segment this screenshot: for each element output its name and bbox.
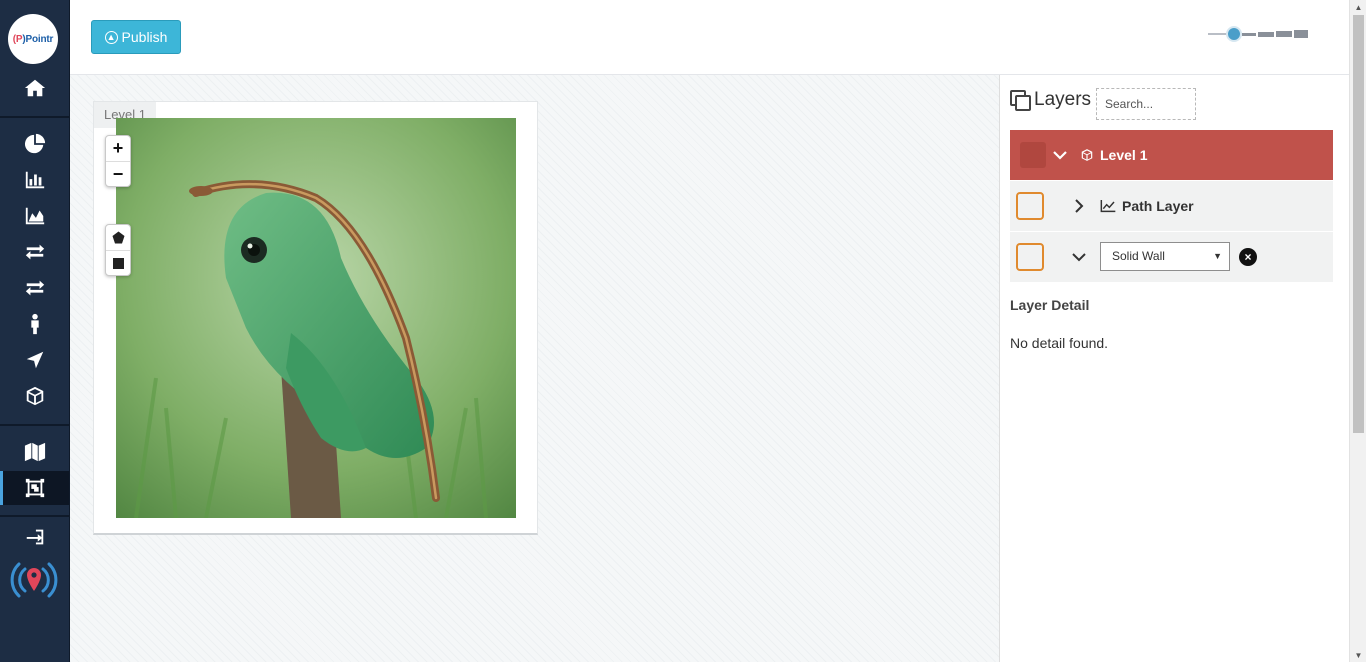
map-canvas[interactable]: Level 1 + − [70,75,999,662]
layer-search-input[interactable] [1096,88,1196,120]
chevron-down-icon[interactable] [1053,148,1067,162]
cube-icon [26,386,43,406]
layer-detail-empty: No detail found. [1010,335,1109,351]
zoom-slider[interactable] [1208,26,1308,42]
draw-rectangle-button[interactable] [106,250,130,275]
zoom-out-button[interactable]: − [106,161,130,186]
sidebar-item-objects[interactable] [0,379,69,413]
layer-label-path: Path Layer [1100,198,1194,214]
sidebar-item-transfers-a[interactable] [0,235,69,269]
remove-circle-icon[interactable]: × [1239,248,1257,266]
sidebar-item-reports[interactable] [0,163,69,197]
sidebar-item-analytics[interactable] [0,199,69,233]
sidebar-item-maps[interactable] [0,435,69,469]
draw-controls [105,224,131,276]
sidebar-item-navigation[interactable] [0,343,69,377]
pie-chart-icon [24,133,45,154]
path-layer-name: Path Layer [1122,198,1194,214]
level-card: Level 1 + − [93,101,538,535]
zoom-slider-segment [1276,31,1292,37]
line-chart-icon [1100,200,1116,213]
chevron-down-icon[interactable] [1072,250,1086,264]
layer-row-level[interactable]: Level 1 [1010,130,1333,180]
square-icon [112,257,124,269]
zoom-slider-handle[interactable] [1226,26,1242,42]
area-chart-icon [25,207,44,225]
zoom-controls: + − [105,135,131,187]
cube-icon [1081,149,1093,161]
sidebar-item-dashboard[interactable] [0,127,69,161]
person-icon [30,313,39,335]
location-arrow-icon [26,351,43,369]
object-group-icon [25,478,44,498]
sidebar-item-home[interactable] [0,71,69,105]
arrow-circle-up-icon: ▲ [104,30,118,44]
sidebar-item-transfers-b[interactable] [0,271,69,305]
zoom-in-button[interactable]: + [106,136,130,161]
frog-with-lizard-photo [116,118,516,518]
layer-detail-title: Layer Detail [1010,297,1090,313]
exchange-icon [25,280,44,296]
sign-out-icon [26,529,43,545]
level-name: Level 1 [1100,147,1148,163]
wall-type-value: Solid Wall [1112,249,1165,263]
sidebar-item-people[interactable] [0,307,69,341]
scrollbar-thumb[interactable] [1353,15,1364,433]
zoom-slider-segment [1294,30,1308,38]
sidebar-item-logout[interactable] [0,526,69,546]
draw-polygon-button[interactable] [106,225,130,250]
visibility-toggle[interactable] [1020,142,1046,168]
sidebar: (P)Pointr [0,0,70,662]
polygon-icon [112,231,124,244]
layers-panel: Layers Level 1 Path Layer Solid Wall ▼ [999,75,1349,662]
sidebar-item-map-editor[interactable] [0,471,69,505]
wall-type-select[interactable]: Solid Wall ▼ [1100,242,1230,271]
caret-down-icon: ▼ [1213,251,1222,261]
layer-row-wall[interactable]: Solid Wall ▼ × [1010,232,1333,282]
bar-chart-icon [25,171,44,189]
copy-icon [1010,90,1031,111]
sidebar-divider [0,515,69,517]
scroll-up-icon[interactable]: ▲ [1350,0,1366,14]
floor-image[interactable] [116,118,516,518]
chevron-right-icon[interactable] [1072,199,1086,213]
sidebar-divider [0,424,69,426]
pointr-signal-icon [10,562,58,598]
page-scrollbar[interactable]: ▲ ▼ [1349,0,1366,662]
top-toolbar: ▲ Publish [70,0,1349,75]
layer-checkbox[interactable] [1016,243,1044,271]
zoom-slider-segment [1242,33,1256,36]
scroll-down-icon[interactable]: ▼ [1350,648,1366,662]
pointr-logo[interactable]: (P)Pointr [8,14,58,64]
logo-text: (P)Pointr [12,33,54,45]
layer-row-path[interactable]: Path Layer [1010,181,1333,231]
publish-button[interactable]: ▲ Publish [91,20,181,54]
home-icon [24,79,45,97]
publish-label: Publish [121,29,168,45]
layer-checkbox[interactable] [1016,192,1044,220]
map-icon [24,442,45,462]
layers-header: Layers [1010,89,1091,111]
sidebar-divider [0,116,69,118]
layer-label-level: Level 1 [1080,147,1147,163]
exchange-icon [25,244,44,260]
layers-title: Layers [1034,89,1092,110]
zoom-slider-segment [1258,32,1274,37]
